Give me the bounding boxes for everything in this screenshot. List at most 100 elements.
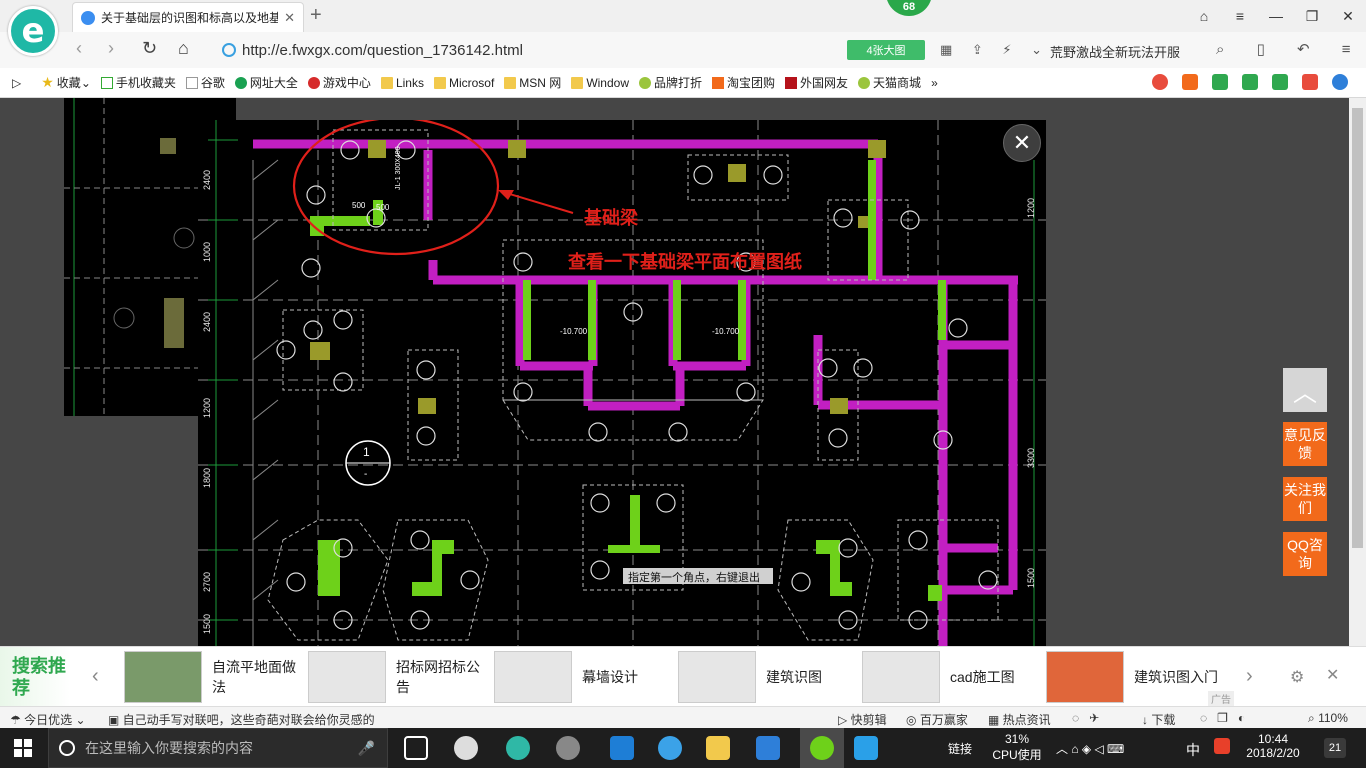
app-plus-icon[interactable] [854, 736, 878, 760]
edge-icon[interactable] [610, 736, 634, 760]
rec-item[interactable]: 建筑识图 [678, 651, 854, 703]
download-link[interactable]: ↓ 下载 [1142, 711, 1175, 728]
gear-icon[interactable]: ⚙ [1290, 667, 1304, 687]
ime-indicator[interactable]: 中 [1186, 740, 1200, 760]
close-viewer-button[interactable]: ✕ [1003, 124, 1041, 162]
bookmark-mobile[interactable]: 手机收藏夹 [100, 74, 176, 91]
mic-icon[interactable]: 🎤 [358, 740, 375, 757]
dim-left-3: 2400 [202, 312, 212, 332]
bookmark-foreign[interactable]: 外国网友 [785, 74, 848, 91]
minimize-button[interactable]: — [1258, 0, 1294, 32]
app-fan-icon[interactable] [454, 736, 478, 760]
forward-icon[interactable]: › [108, 38, 114, 59]
translate-icon[interactable] [1272, 74, 1288, 90]
clock[interactable]: 10:44 2018/2/20 [1240, 732, 1306, 760]
home-icon[interactable]: ⌂ [178, 38, 189, 59]
address-tools[interactable]: ▦ ⇪ ⚡ ⌄ [940, 42, 1050, 58]
rec-item[interactable]: 招标网招标公告 [308, 651, 484, 703]
task-view-icon[interactable] [404, 736, 428, 760]
refresh-icon[interactable]: ↻ [142, 38, 157, 59]
zoom-level[interactable]: ⌕ 110% [1308, 711, 1348, 726]
bookmark-tmall[interactable]: 天猫商城 [858, 74, 921, 91]
app-360-browser-icon[interactable] [506, 736, 530, 760]
browser-logo[interactable]: e [8, 6, 58, 56]
file-explorer-icon[interactable] [706, 736, 730, 760]
scrollbar-thumb[interactable] [1352, 108, 1363, 548]
qq-consult-button[interactable]: QQ咨询 [1283, 532, 1327, 576]
cad-drawing-viewer[interactable]: 2400 1000 2400 1200 1800 2700 1500 1200 … [198, 116, 1046, 646]
quick-cut-link[interactable]: ▷ 快剪辑 [838, 711, 887, 728]
cpu-usage[interactable]: 31% CPU使用 [990, 732, 1044, 763]
bookmark-links[interactable]: Links [380, 76, 424, 90]
bookmark-favorites[interactable]: ★ 收藏 ⌄ [41, 74, 91, 91]
rec-item[interactable]: cad施工图 [862, 651, 1038, 703]
tab-close-icon[interactable]: ✕ [284, 10, 295, 26]
bookmark-url-nav[interactable]: 网址大全 [234, 74, 298, 91]
bookmark-windows[interactable]: Window [571, 76, 629, 90]
dim-left-4: 1200 [202, 398, 212, 418]
address-bar[interactable]: http://e.fwxgx.com/question_1736142.html [222, 37, 932, 63]
menu-icon[interactable]: ≡ [1222, 0, 1258, 32]
cad-prompt: 指定第一个角点，右键退出 [628, 570, 760, 584]
rec-item[interactable]: 幕墙设计 [494, 651, 670, 703]
sogou-icon[interactable] [1214, 738, 1230, 754]
discount-icon[interactable] [1182, 74, 1198, 90]
restore-button[interactable]: ❐ [1294, 0, 1330, 32]
notification-center[interactable]: 21 [1324, 738, 1346, 758]
recs-label: 搜索推荐 [0, 647, 70, 707]
back-icon[interactable]: ‹ [76, 38, 82, 59]
app-browser-active-icon[interactable] [810, 736, 834, 760]
taskbar-search[interactable]: 在这里输入你要搜索的内容 🎤 [48, 728, 388, 768]
start-button[interactable] [14, 739, 32, 757]
recs-close-icon[interactable]: ✕ [1326, 665, 1339, 685]
bookmark-msn[interactable]: MSN 网 [504, 74, 561, 91]
follow-button[interactable]: 关注我们 [1283, 477, 1327, 521]
bookmark-taobao[interactable]: 淘宝团购 [712, 74, 775, 91]
rec-item[interactable]: 建筑识图入门 [1046, 651, 1222, 703]
recs-next-icon[interactable]: › [1246, 665, 1253, 688]
elevation-b: -10.700 [712, 327, 740, 336]
app-g-icon[interactable] [756, 736, 780, 760]
news-headline[interactable]: ▣ 自己动手写对联吧，这些奇葩对联会给你灵感的 [108, 711, 375, 728]
millionaire-link[interactable]: ◎ 百万赢家 [906, 711, 968, 728]
close-window-button[interactable]: ✕ [1330, 0, 1366, 32]
dim-right-2: 3300 [1026, 448, 1036, 468]
shield-icon[interactable] [1152, 74, 1168, 90]
sidebar-toggle-icon[interactable]: ▷ [12, 76, 21, 90]
status-tools[interactable]: ◌ ✈ [1072, 711, 1099, 725]
bookmark-google[interactable]: 谷歌 [185, 74, 225, 91]
bookmark-games[interactable]: 游戏中心 [307, 74, 371, 91]
bookmarks-bar: ▷ ★ 收藏 ⌄ 手机收藏夹 谷歌 网址大全 游戏中心 Links Microsof… [0, 68, 1366, 98]
navigation-bar: ‹ › ↻ ⌂ http://e.fwxgx.com/question_1736… [0, 32, 1366, 68]
bookmarks-more-icon[interactable]: » [931, 76, 938, 90]
promo-link[interactable]: 荒野激战全新玩法开服 [1050, 42, 1180, 61]
back-to-top-button[interactable]: ︿ [1283, 368, 1327, 412]
rec-item[interactable]: 自流平地面做法 [124, 651, 300, 703]
reader-icon[interactable] [1212, 74, 1228, 90]
notification-badge[interactable]: 68 [886, 0, 932, 16]
url-text[interactable]: http://e.fwxgx.com/question_1736142.html [242, 42, 523, 59]
feedback-button[interactable]: 意见反馈 [1283, 422, 1327, 466]
today-picks[interactable]: ☂ 今日优选 ⌄ [10, 711, 86, 728]
ie-icon[interactable] [658, 736, 682, 760]
toolbar-right[interactable]: ⌕ ▯ ↶ ≡ [1216, 40, 1364, 58]
big-pic-button[interactable]: 4张大图 [847, 40, 925, 60]
search-icon[interactable] [1332, 74, 1348, 90]
bookmark-brand-sale[interactable]: 品牌打折 [639, 74, 702, 91]
skin-icon[interactable]: ⌂ [1186, 0, 1222, 32]
bookmark-microsoft[interactable]: Microsof [433, 76, 494, 90]
browser-tab[interactable]: 关于基础层的识图和标高以及地基 ✕ [72, 2, 304, 32]
security-icon[interactable] [1242, 74, 1258, 90]
scissors-icon[interactable] [1302, 74, 1318, 90]
tray-link-label[interactable]: 链接 [948, 740, 972, 757]
dim-right-1: 1200 [1026, 198, 1036, 218]
hot-news-link[interactable]: ▦ 热点资讯 [988, 711, 1051, 728]
annotation-note: 查看一下基础梁平面布置图纸 [568, 251, 802, 272]
status-tools-right[interactable]: ◌ ❐ ◐ [1200, 711, 1245, 725]
new-tab-button[interactable]: + [310, 4, 322, 27]
page-scrollbar[interactable] [1349, 98, 1366, 646]
tray-icons[interactable]: ︿ ⌂ ◈ ◁ ⌨ [1056, 740, 1124, 757]
app-swirl-icon[interactable] [556, 736, 580, 760]
recs-prev-icon[interactable]: ‹ [92, 665, 99, 688]
title-bar: 关于基础层的识图和标高以及地基 ✕ + 68 ⌂ ≡ — ❐ ✕ [0, 0, 1366, 32]
